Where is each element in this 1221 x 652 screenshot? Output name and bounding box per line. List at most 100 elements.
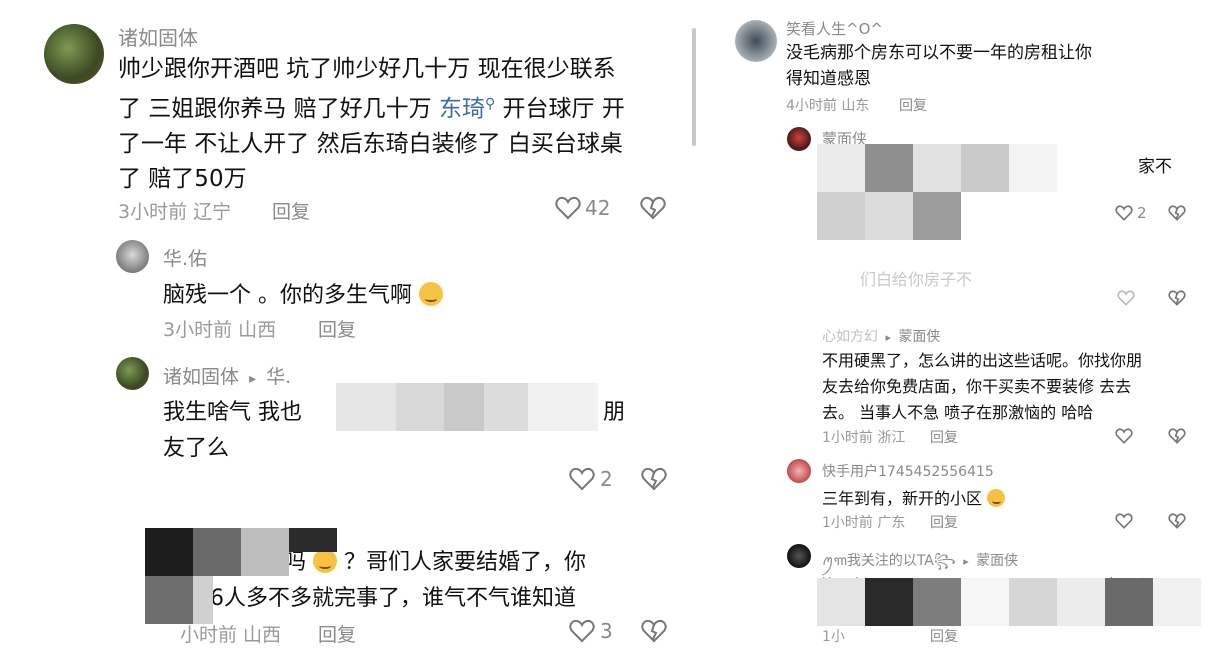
comment-username[interactable]: 诸如固体	[118, 22, 198, 51]
mosaic-block	[193, 528, 241, 576]
text-span: 脑残一个 。你的多生气啊	[163, 283, 412, 308]
comment-text: 脑残一个 。你的多生气啊	[163, 277, 443, 309]
comment-text: 没毛病那个房东可以不要一年的房租让你 得知道感恩	[786, 40, 1092, 92]
text-span: 开台球厅 开	[495, 96, 625, 122]
avatar[interactable]	[116, 240, 149, 273]
comment-meta: 4小时前 山东	[786, 98, 870, 114]
reply-button[interactable]: 回复	[930, 626, 958, 646]
heart-icon	[569, 619, 595, 643]
comment-meta: 1小时前 浙江	[822, 430, 906, 446]
reply-button[interactable]: 回复	[272, 197, 310, 224]
mosaic-block	[145, 576, 193, 624]
like-button[interactable]	[1115, 513, 1133, 533]
text-span: 朋	[603, 400, 626, 425]
mosaic-block	[865, 144, 913, 192]
dislike-button[interactable]	[1168, 205, 1186, 225]
avatar[interactable]	[735, 20, 777, 62]
comment-username[interactable]: 快手用户1745452556415	[822, 461, 994, 481]
laugh-emoji-icon	[987, 489, 1006, 507]
comment-username[interactable]: 笑看人生^O^	[786, 18, 883, 39]
comment-meta: 3小时前 辽宁	[118, 201, 232, 223]
comment-username[interactable]: 华.佑	[163, 244, 207, 271]
dislike-icon	[1168, 205, 1186, 221]
laugh-emoji-icon	[313, 549, 338, 573]
search-icon[interactable]: ⚲	[485, 96, 495, 112]
comment-text-line: 了一年 不让人开了 然后东琦白装修了 白买台球桌	[118, 131, 623, 157]
reply-to-user[interactable]: 蒙面侠	[976, 553, 1018, 569]
dislike-icon	[1168, 428, 1186, 444]
mosaic-block	[817, 144, 865, 192]
comment-username[interactable]: 心如方幻 ▸ 蒙面侠	[822, 326, 940, 346]
like-button[interactable]	[1115, 428, 1133, 448]
mosaic-block	[444, 383, 484, 431]
like-count: 42	[585, 196, 611, 220]
username-text[interactable]: 诸如固体	[163, 366, 239, 388]
avatar[interactable]	[787, 127, 811, 151]
mosaic-block	[528, 383, 598, 431]
dislike-button[interactable]	[641, 467, 667, 495]
avatar[interactable]	[44, 24, 104, 84]
username-text[interactable]: 心如方幻	[822, 329, 878, 345]
heart-icon	[555, 196, 581, 220]
dislike-button[interactable]	[641, 619, 667, 647]
reply-button[interactable]: 回复	[318, 315, 356, 342]
mosaic-block	[145, 528, 193, 576]
mosaic-block	[817, 192, 865, 240]
mosaic-block	[396, 383, 444, 431]
reply-button[interactable]: 回复	[930, 427, 958, 447]
laugh-emoji-icon	[419, 282, 443, 306]
reply-to-user[interactable]: 华.	[266, 366, 291, 388]
like-count: 2	[600, 467, 613, 491]
like-button[interactable]	[1117, 290, 1135, 310]
dislike-button[interactable]	[640, 196, 666, 224]
mosaic-block	[913, 192, 961, 240]
comment-meta: 1小	[822, 629, 845, 645]
avatar[interactable]	[787, 544, 811, 568]
dislike-icon	[1168, 513, 1186, 529]
dislike-button[interactable]	[1168, 513, 1186, 533]
like-button[interactable]	[1115, 205, 1133, 225]
mosaic-block	[913, 578, 961, 626]
mosaic-block	[1105, 578, 1153, 626]
mosaic-block	[961, 144, 1009, 192]
comment-text-line: 了 赔了50万	[118, 166, 247, 192]
mosaic-block	[241, 528, 289, 576]
reply-button[interactable]: 回复	[930, 512, 958, 532]
reply-to-user[interactable]: 蒙面侠	[898, 329, 940, 345]
text-span: ？哥们人家要结婚了，你	[337, 550, 587, 575]
like-button[interactable]	[555, 196, 581, 224]
avatar[interactable]	[787, 459, 811, 483]
like-count: 3	[600, 619, 613, 643]
comment-text-line: 帅少跟你开酒吧 坑了帅少好几十万 现在很少联系	[118, 56, 616, 82]
comment-text-line: 了 三姐跟你养马 赔了好几十万 东琦⚲ 开台球厅 开	[118, 87, 625, 127]
avatar[interactable]	[116, 357, 149, 390]
reply-arrow-icon: ▸	[249, 371, 257, 387]
scrollbar[interactable]	[692, 28, 696, 146]
comment-meta: 3小时前 山西	[163, 319, 277, 341]
mosaic-block	[1153, 578, 1201, 626]
username-text[interactable]: ꪑ꧑我关注的以TA꧂	[822, 553, 956, 569]
like-button[interactable]	[569, 467, 595, 495]
heart-icon	[569, 467, 595, 491]
mosaic-block	[817, 578, 865, 626]
dislike-button[interactable]	[1168, 290, 1186, 310]
dislike-button[interactable]	[1168, 428, 1186, 448]
mosaic-block	[289, 528, 337, 552]
reply-button[interactable]: 回复	[899, 95, 927, 115]
reply-button[interactable]: 回复	[318, 620, 356, 647]
comment-text-line: 友了么	[163, 436, 230, 461]
comment-text-line: 得知道感恩	[786, 69, 871, 89]
comment-text-line: 不用硬黑了，怎么讲的出这些话呢。你找你朋	[822, 351, 1143, 370]
comment-text: 三年到有，新开的小区	[822, 485, 1006, 509]
mention-link[interactable]: 东琦	[439, 96, 485, 122]
dislike-icon	[1168, 290, 1186, 306]
mosaic-block	[913, 144, 961, 192]
mosaic-block	[865, 578, 913, 626]
comment-text-line: 友去给你免费店面，你干买卖不要装修 去去	[822, 377, 1132, 396]
comment-text: 们白给你房子不	[860, 270, 973, 289]
heart-icon	[1117, 290, 1135, 306]
comment-username[interactable]: 诸如固体 ▸ 华.	[163, 362, 291, 389]
like-button[interactable]	[569, 619, 595, 647]
dislike-icon	[641, 467, 667, 491]
comment-text: 帅少跟你开酒吧 坑了帅少好几十万 现在很少联系 了 三姐跟你养马 赔了好几十万 …	[118, 52, 625, 197]
